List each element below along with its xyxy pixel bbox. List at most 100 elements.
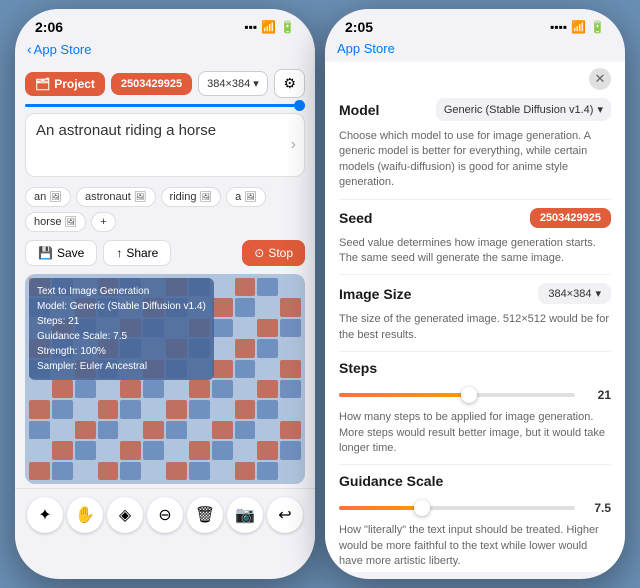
tool-trash-button[interactable]: 🗑	[187, 497, 223, 533]
steps-thumb[interactable]	[461, 387, 477, 403]
pixel-cell	[120, 380, 141, 398]
pixel-cell	[52, 400, 73, 418]
guidance-track	[339, 506, 575, 510]
tool-eraser-button[interactable]: ◈	[107, 497, 143, 533]
gen-line1: Text to Image Generation	[37, 284, 206, 299]
model-select[interactable]: Generic (Stable Diffusion v1.4) ▾	[436, 98, 611, 121]
tag-a-label: a	[235, 191, 241, 203]
tag-horse-label: horse	[34, 216, 62, 228]
tool-magic-button[interactable]: ✦	[27, 497, 63, 533]
pixel-cell	[257, 400, 278, 418]
seed-value[interactable]: 2503429925	[530, 208, 611, 228]
pixel-cell	[212, 298, 233, 316]
pixel-cell	[235, 319, 256, 337]
steps-track	[339, 393, 575, 397]
image-size-row: Image Size 384×384 ▾	[325, 275, 625, 312]
pixel-cell	[212, 441, 233, 459]
toolbar-row: 🗂 Project 2503429925 384×384 ▾ ⚙	[15, 63, 315, 104]
adjust-button[interactable]: ⚙	[274, 69, 305, 98]
pixel-cell	[29, 421, 50, 439]
right-phone: 2:05 ▪▪▪▪ 📶 🔋 App Store ✕ Model Gener	[325, 9, 625, 579]
back-button-left[interactable]: ‹ App Store	[27, 41, 92, 57]
save-icon: 💾	[38, 246, 53, 260]
image-size-select[interactable]: 384×384 ▾	[538, 283, 611, 304]
undo-icon: ↩	[278, 505, 291, 525]
gen-line5: Strength: 100%	[37, 344, 206, 359]
pixel-cell	[235, 400, 256, 418]
seed-desc: Seed value determines how image generati…	[325, 236, 625, 275]
pixel-cell	[235, 360, 256, 378]
pixel-cell	[235, 298, 256, 316]
model-value: Generic (Stable Diffusion v1.4)	[444, 104, 594, 116]
tag-a[interactable]: a 🖼	[226, 187, 266, 207]
pixel-cell	[257, 441, 278, 459]
pixel-cell	[120, 441, 141, 459]
pixel-cell	[280, 360, 301, 378]
tag-astronaut[interactable]: astronaut 🖼	[76, 187, 156, 207]
guidance-fill	[339, 506, 422, 510]
pixel-cell	[52, 441, 73, 459]
tool-hand-button[interactable]: ✋	[67, 497, 103, 533]
tag-plus[interactable]: +	[91, 212, 115, 232]
model-label: Model	[339, 102, 379, 118]
size-button[interactable]: 384×384 ▾	[198, 71, 268, 96]
nav-bar-right: App Store	[325, 39, 625, 62]
close-button[interactable]: ✕	[589, 68, 611, 90]
pixel-cell	[257, 462, 278, 480]
pixel-cell	[280, 441, 301, 459]
tag-riding-label: riding	[170, 191, 197, 203]
status-icons-right: ▪▪▪▪ 📶 🔋	[550, 20, 605, 34]
save-button[interactable]: 💾 Save	[25, 240, 97, 266]
project-icon: 🗂	[35, 77, 50, 91]
pixel-cell	[143, 462, 164, 480]
pixel-cell	[235, 462, 256, 480]
pixel-cell	[166, 421, 187, 439]
pixel-cell	[189, 421, 210, 439]
stop-button[interactable]: ⊙ Stop	[242, 240, 305, 266]
pixel-cell	[212, 339, 233, 357]
pixel-cell	[120, 421, 141, 439]
tool-undo-button[interactable]: ↩	[267, 497, 303, 533]
magic-icon: ✦	[38, 505, 51, 525]
prompt-expand-icon: ›	[291, 136, 296, 154]
pixel-cell	[29, 441, 50, 459]
back-label-right[interactable]: App Store	[337, 41, 395, 56]
tag-an[interactable]: an 🖼	[25, 187, 71, 207]
share-button[interactable]: ↑ Share	[103, 240, 171, 266]
left-screen-content: 🗂 Project 2503429925 384×384 ▾ ⚙ An	[15, 63, 315, 573]
tag-an-label: an	[34, 191, 46, 203]
size-chevron-icon: ▾	[253, 77, 259, 90]
pixel-cell	[166, 462, 187, 480]
tag-a-icon: 🖼	[244, 192, 257, 203]
pixel-cell	[212, 400, 233, 418]
tag-riding[interactable]: riding 🖼	[161, 187, 222, 207]
pixel-cell	[235, 339, 256, 357]
pixel-cell	[257, 278, 278, 296]
pixel-cell	[257, 339, 278, 357]
close-btn-row: ✕	[325, 62, 625, 90]
project-button[interactable]: 🗂 Project	[25, 72, 105, 96]
pixel-cell	[257, 421, 278, 439]
tag-horse[interactable]: horse 🖼	[25, 212, 86, 232]
stop-label: Stop	[268, 246, 293, 260]
guidance-label: Guidance Scale	[339, 473, 443, 489]
progress-fill	[25, 104, 305, 107]
pixel-cell	[120, 400, 141, 418]
tool-camera-button[interactable]: 📷	[227, 497, 263, 533]
pixel-cell	[280, 400, 301, 418]
pixel-cell	[29, 400, 50, 418]
progress-dot	[294, 100, 305, 111]
save-label: Save	[57, 246, 84, 260]
seed-button[interactable]: 2503429925	[111, 73, 192, 95]
tool-remove-button[interactable]: ⊖	[147, 497, 183, 533]
gen-line4: Guidance Scale: 7.5	[37, 329, 206, 344]
signal-icon: ▪▪▪	[244, 20, 257, 34]
pixel-cell	[29, 462, 50, 480]
time-left: 2:06	[35, 19, 63, 35]
wifi-icon-right: 📶	[571, 20, 586, 34]
pixel-cell	[280, 462, 301, 480]
pixel-cell	[212, 319, 233, 337]
guidance-thumb[interactable]	[414, 500, 430, 516]
pixel-cell	[257, 298, 278, 316]
prompt-area[interactable]: An astronaut riding a horse ›	[25, 113, 305, 177]
